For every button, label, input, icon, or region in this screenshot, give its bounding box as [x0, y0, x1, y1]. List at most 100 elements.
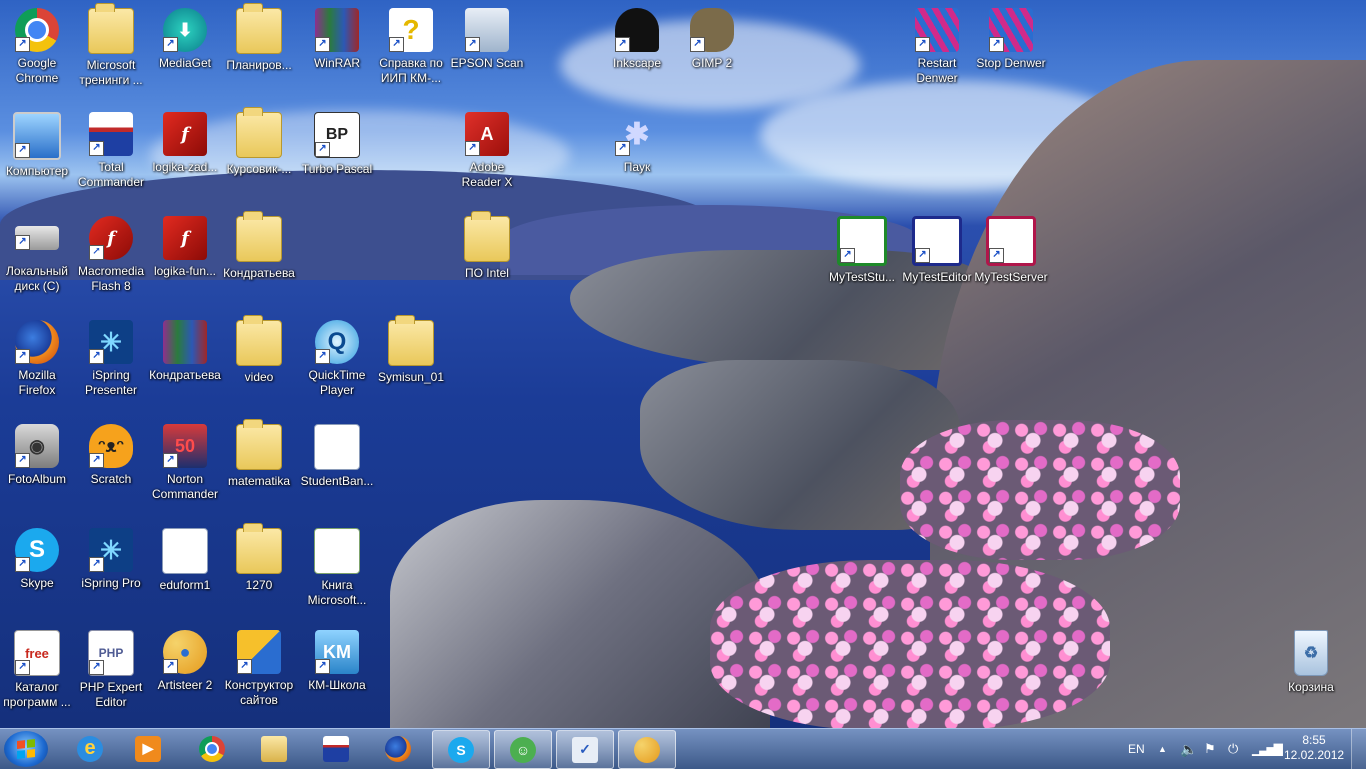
desktop-icon-freesoft-catalog[interactable]: free ↗ Каталог программ ...: [0, 630, 74, 710]
action-center-flag-icon[interactable]: ⚑: [1204, 729, 1216, 769]
desktop-icon-logika-zad[interactable]: f logika-zad...: [148, 112, 222, 175]
desktop-icon-kondratieva-archive[interactable]: Кондратьева: [148, 320, 222, 383]
desktop-icon-macromedia-flash[interactable]: f ↗ Macromedia Flash 8: [74, 216, 148, 294]
icon-label: Turbo Pascal: [301, 162, 373, 176]
taskbar-chrome[interactable]: [184, 730, 240, 767]
icon-label: Конструктор сайтов: [224, 678, 294, 707]
floppy-icon: ↗: [89, 112, 133, 156]
desktop-icon-planirov[interactable]: Планиров...: [222, 3, 296, 73]
icon-label: eduform1: [159, 578, 211, 592]
mytest-server-icon: ✓ ↗: [986, 216, 1036, 266]
desktop-icon-google-chrome[interactable]: ↗ Google Chrome: [0, 8, 74, 86]
artisteer-icon: [634, 736, 660, 763]
desktop-icon-inkscape[interactable]: ↗ Inkscape: [600, 8, 674, 71]
icon-label: Macromedia Flash 8: [77, 264, 145, 293]
desktop-icon-gimp[interactable]: ↗ GIMP 2: [675, 8, 749, 71]
desktop-icon-excel-book[interactable]: X Книга Microsoft...: [300, 528, 374, 608]
camera-icon: ◉ ↗: [15, 424, 59, 468]
desktop-icon-video[interactable]: video: [222, 315, 296, 385]
desktop-icon-mytest-editor[interactable]: ✓ ↗ MyTestEditor: [900, 216, 974, 285]
shortcut-arrow-icon: ↗: [163, 37, 178, 52]
ispring-icon: ✳ ↗: [89, 528, 133, 572]
desktop-icon-logika-fun[interactable]: f logika-fun...: [148, 216, 222, 279]
desktop-icon-epson-scan[interactable]: ↗ EPSON Scan: [450, 8, 524, 71]
icon-label: Symisun_01: [377, 370, 445, 384]
taskbar-internet-explorer[interactable]: e: [62, 730, 118, 767]
desktop-icon-spider[interactable]: ✱ ↗ Паук: [600, 112, 674, 175]
desktop-icon-symisun[interactable]: Symisun_01: [374, 315, 448, 385]
icon-label: Локальный диск (C): [6, 264, 68, 293]
desktop-icon-turbo-pascal[interactable]: BP ↗ Turbo Pascal: [300, 112, 374, 177]
desktop-icon-mozilla-firefox[interactable]: ↗ Mozilla Firefox: [0, 320, 74, 398]
volume-icon[interactable]: 🔈: [1180, 729, 1197, 769]
desktop-icon-help-iip[interactable]: ? ↗ Справка по ИИП КМ-...: [374, 8, 448, 86]
desktop-icon-norton-commander[interactable]: 50 ↗ Norton Commander: [148, 424, 222, 502]
chrome-icon: [199, 735, 225, 762]
power-plug-icon[interactable]: ⏻: [1228, 729, 1238, 769]
desktop-icon-km-school[interactable]: KM ↗ КМ-Школа: [300, 630, 374, 693]
computer-icon: ↗: [13, 112, 61, 160]
desktop-icon-matematika[interactable]: matematika: [222, 419, 296, 489]
icon-label: Каталог программ ...: [3, 680, 71, 709]
denwer-stop-icon: ↗: [989, 8, 1033, 52]
desktop-icon-po-intel[interactable]: ПО Intel: [450, 211, 524, 281]
desktop-icon-kondratieva-folder[interactable]: Кондратьева: [222, 211, 296, 281]
mytest-student-icon: ✓ ↗: [837, 216, 887, 266]
desktop-icon-studentban[interactable]: W StudentBan...: [300, 424, 374, 489]
desktop-icon-ispring-presenter[interactable]: ✳ ↗ iSpring Presenter: [74, 320, 148, 398]
desktop-icon-skype[interactable]: S ↗ Skype: [0, 528, 74, 591]
media-player-icon: ▶: [135, 735, 161, 762]
desktop-icon-mytest-server[interactable]: ✓ ↗ MyTestServer: [974, 216, 1048, 285]
shortcut-arrow-icon: ↗: [15, 143, 30, 158]
freesoft-icon: free ↗: [14, 630, 60, 676]
desktop-icon-site-builder[interactable]: ↗ Конструктор сайтов: [222, 630, 296, 708]
icon-label: Inkscape: [612, 56, 662, 70]
icon-label: GIMP 2: [691, 56, 733, 70]
desktop-icon-artisteer[interactable]: ● ↗ Artisteer 2: [148, 630, 222, 693]
denwer-icon: ↗: [915, 8, 959, 52]
taskbar-media-player[interactable]: ▶: [120, 730, 176, 767]
ispring-icon: ✳ ↗: [89, 320, 133, 364]
mytest-icon: ✓: [572, 736, 598, 763]
taskbar-mytest[interactable]: ✓: [556, 730, 614, 769]
winrar-icon: [163, 320, 207, 364]
quicktime-icon: Q ↗: [315, 320, 359, 364]
desktop-icon-recycle-bin[interactable]: ♻ Корзина: [1274, 630, 1348, 695]
winrar-icon: ↗: [315, 8, 359, 52]
desktop-icon-scratch[interactable]: ᵔᴥᵔ ↗ Scratch: [74, 424, 148, 487]
taskbar-artisteer[interactable]: [618, 730, 676, 769]
desktop-icon-mytest-student[interactable]: ✓ ↗ MyTestStu...: [825, 216, 899, 285]
desktop-icon-restart-denwer[interactable]: ↗ Restart Denwer: [900, 8, 974, 86]
taskbar-file-explorer[interactable]: [246, 730, 302, 767]
start-button[interactable]: [4, 731, 48, 767]
system-clock[interactable]: 8:55 12.02.2012: [1284, 733, 1344, 763]
desktop-icon-ispring-pro[interactable]: ✳ ↗ iSpring Pro: [74, 528, 148, 591]
shortcut-arrow-icon: ↗: [89, 453, 104, 468]
desktop-icon-fotoalbum[interactable]: ◉ ↗ FotoAlbum: [0, 424, 74, 487]
network-signal-icon[interactable]: ▁▃▅▇: [1252, 729, 1283, 769]
desktop-icon-stop-denwer[interactable]: ↗ Stop Denwer: [974, 8, 1048, 71]
desktop-icon-computer[interactable]: ↗ Компьютер: [0, 112, 74, 179]
language-indicator[interactable]: EN: [1128, 729, 1145, 769]
icon-label: ПО Intel: [465, 266, 509, 280]
desktop-icon-mediaget[interactable]: ⬇ ↗ MediaGet: [148, 8, 222, 71]
desktop-icon-winrar[interactable]: ↗ WinRAR: [300, 8, 374, 71]
icon-label: Курсовик-...: [226, 162, 292, 176]
taskbar-total-commander[interactable]: [308, 730, 364, 767]
taskbar-firefox[interactable]: [370, 730, 426, 767]
taskbar-netmeeting[interactable]: ☺: [494, 730, 552, 769]
show-desktop-button[interactable]: [1351, 729, 1366, 769]
desktop-icon-microsoft-trainings[interactable]: Microsoft тренинги ...: [74, 3, 148, 88]
shortcut-arrow-icon: ↗: [915, 37, 930, 52]
desktop-icon-total-commander[interactable]: ↗ Total Commander: [74, 112, 148, 190]
desktop-icon-kursovik[interactable]: Курсовик-...: [222, 107, 296, 177]
icon-label: Stop Denwer: [976, 56, 1046, 70]
desktop-icon-1270[interactable]: 1270: [222, 523, 296, 593]
desktop-icon-adobe-reader[interactable]: A ↗ Adobe Reader X: [450, 112, 524, 190]
desktop-icon-quicktime[interactable]: Q ↗ QuickTime Player: [300, 320, 374, 398]
desktop-icon-local-disk-c[interactable]: ↗ Локальный диск (C): [0, 216, 74, 294]
desktop-icon-eduform1[interactable]: W eduform1: [148, 528, 222, 593]
taskbar-skype[interactable]: S: [432, 730, 490, 769]
show-hidden-icons-chevron-icon[interactable]: ▲: [1158, 729, 1167, 769]
desktop-icon-php-expert-editor[interactable]: PHP ↗ PHP Expert Editor: [74, 630, 148, 710]
